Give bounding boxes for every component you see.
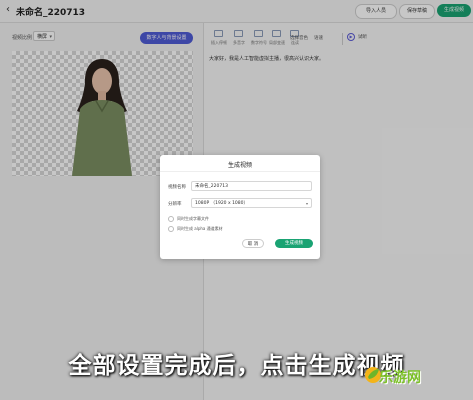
option-label: 同时生成 alpha 通道素材 — [177, 226, 223, 231]
radio-icon[interactable] — [168, 226, 174, 232]
video-name-field[interactable]: 未命名_220713 — [191, 181, 312, 191]
dialog-title: 生成视频 — [227, 162, 252, 169]
resolution-label: 分辨率 — [168, 202, 182, 207]
divider — [160, 171, 320, 172]
radio-icon[interactable] — [168, 216, 174, 222]
generate-video-dialog: 生成视频 视频名称 未命名_220713 分辨率 1080P （1920 x 1… — [160, 155, 320, 259]
confirm-generate-button[interactable]: 生成视频 — [275, 239, 313, 248]
chevron-down-icon: ▾ — [305, 201, 308, 206]
resolution-value: 1080P （1920 x 1080） — [195, 201, 249, 206]
resolution-select[interactable]: 1080P （1920 x 1080） ▾ — [191, 198, 312, 208]
option-label: 同时生成字幕文件 — [177, 216, 209, 221]
video-name-label: 视频名称 — [168, 185, 186, 190]
option-alpha-channel[interactable]: 同时生成 alpha 通道素材 — [168, 226, 223, 232]
watermark-logo: 乐游网 — [363, 360, 473, 400]
watermark-text: 乐游网 — [379, 370, 421, 386]
option-subtitle-file[interactable]: 同时生成字幕文件 — [168, 216, 209, 222]
cancel-button[interactable]: 取 消 — [242, 239, 264, 248]
